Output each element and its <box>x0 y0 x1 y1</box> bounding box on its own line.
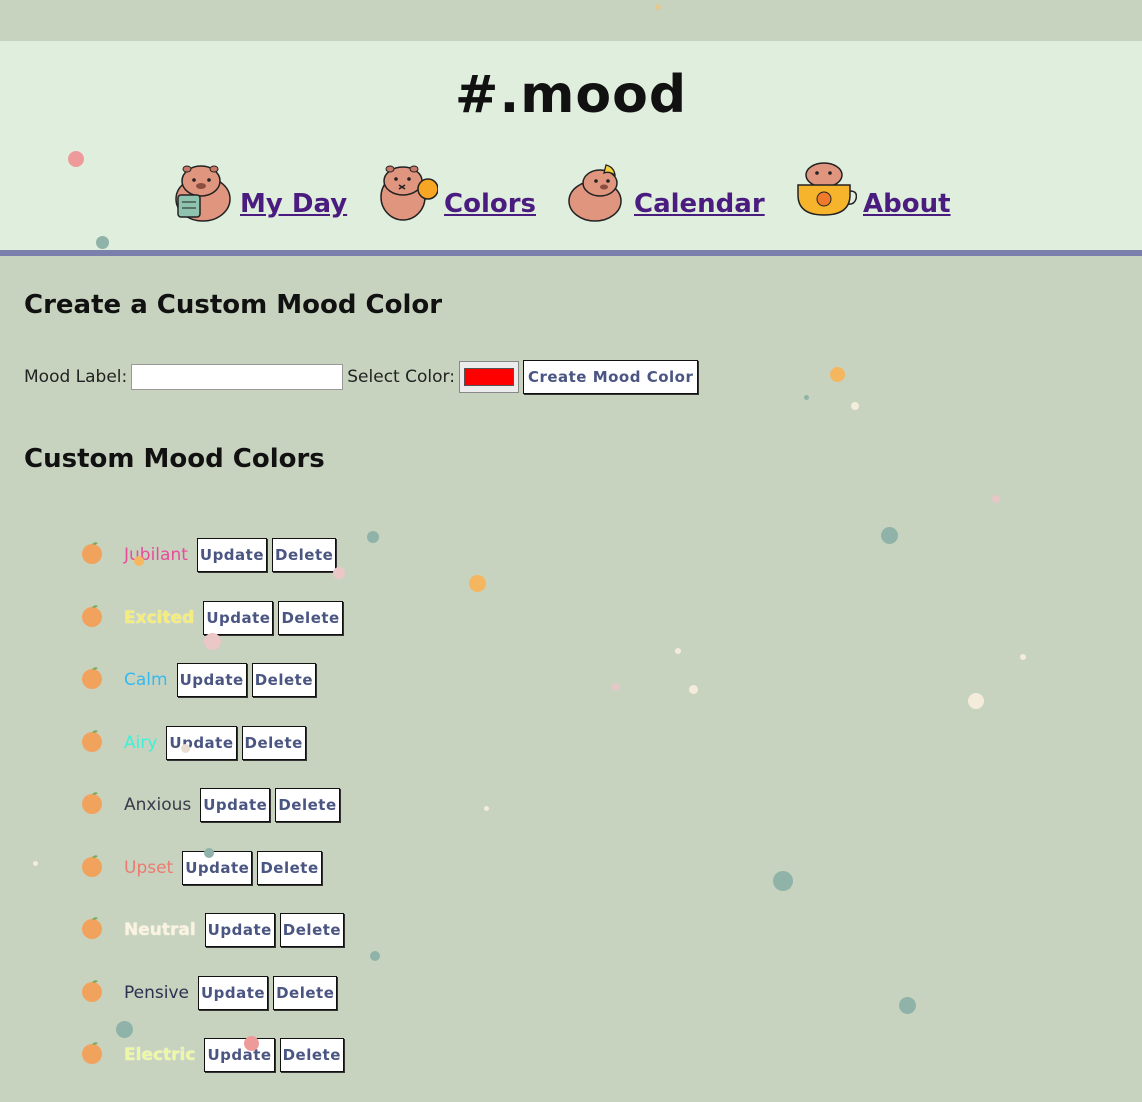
mood-label: Airy <box>124 732 158 753</box>
nav-label: My Day <box>240 189 348 219</box>
decorative-dot <box>689 685 698 694</box>
mood-label: Neutral <box>124 920 196 941</box>
color-picker[interactable] <box>458 361 519 393</box>
decorative-dot <box>367 531 379 543</box>
orange-bullet-icon <box>82 979 102 1002</box>
mood-color-item: Upset Update Delete <box>80 837 344 900</box>
mood-color-item: Pensive Update Delete <box>80 962 344 1025</box>
delete-button[interactable]: Delete <box>279 1038 344 1073</box>
nav-colors[interactable]: Colors <box>376 153 536 223</box>
capybara-banana-icon <box>568 164 622 222</box>
site-header: #.mood My Day Colors Calendar About <box>0 41 1142 256</box>
delete-button[interactable]: Delete <box>241 725 306 760</box>
mood-color-item: Anxious Update Delete <box>80 774 344 837</box>
update-button[interactable]: Update <box>204 913 275 948</box>
mood-color-item: Excited Update Delete <box>80 587 344 650</box>
delete-button[interactable]: Delete <box>251 663 316 698</box>
orange-bullet-icon <box>82 854 102 877</box>
orange-bullet-icon <box>82 667 102 690</box>
mood-label-input[interactable] <box>131 364 344 390</box>
delete-button[interactable]: Delete <box>257 850 322 885</box>
nav-my-day[interactable]: My Day <box>172 153 347 223</box>
decorative-dot <box>1020 654 1026 660</box>
orange-bullet-icon <box>82 604 102 627</box>
mood-color-list: Jubilant Update Delete Excited Update Delete C… <box>80 524 345 1087</box>
update-button[interactable]: Update <box>203 600 274 635</box>
nav-calendar[interactable]: Calendar <box>566 153 765 223</box>
update-button[interactable]: Update <box>182 850 253 885</box>
decorative-dot <box>675 648 681 654</box>
nav-label: Calendar <box>634 189 765 219</box>
decorative-dot <box>992 495 1000 503</box>
delete-button[interactable]: Delete <box>278 600 343 635</box>
update-button[interactable]: Update <box>204 1038 275 1073</box>
delete-button[interactable]: Delete <box>279 913 345 948</box>
orange-bullet-icon <box>82 729 102 752</box>
decorative-dot <box>830 367 845 382</box>
mood-color-item: Calm Update Delete <box>80 649 344 712</box>
update-button[interactable]: Update <box>197 975 269 1010</box>
update-button[interactable]: Update <box>200 788 271 823</box>
mood-label: Jubilant <box>124 545 188 566</box>
capybara-cup-icon <box>797 162 857 216</box>
main-nav: My Day Colors Calendar About <box>0 153 1142 223</box>
custom-colors-heading: Custom Mood Colors <box>24 444 325 474</box>
color-swatch <box>463 368 514 386</box>
mood-label: Upset <box>124 857 174 878</box>
mood-color-item: Jubilant Update Delete <box>80 524 344 587</box>
decorative-dot <box>773 871 793 891</box>
delete-button[interactable]: Delete <box>273 975 338 1010</box>
decorative-dot <box>33 861 38 866</box>
orange-bullet-icon <box>82 792 102 815</box>
orange-bullet-icon <box>82 542 102 565</box>
select-color-text: Select Color: <box>347 367 455 387</box>
create-mood-color-button[interactable]: Create Mood Color <box>522 360 699 394</box>
delete-button[interactable]: Delete <box>275 788 340 823</box>
decorative-dot <box>881 527 898 544</box>
capybara-orange-icon <box>380 165 438 221</box>
decorative-dot <box>484 806 489 811</box>
decorative-dot <box>612 683 620 691</box>
mood-color-item: Neutral Update Delete <box>80 899 345 962</box>
decorative-dot <box>968 693 984 709</box>
nav-label: About <box>863 189 951 219</box>
mood-color-item: Airy Update Delete <box>80 712 344 775</box>
create-form: Mood Label: Select Color: Create Mood Co… <box>24 360 699 394</box>
mood-label: Electric <box>124 1045 196 1066</box>
capybara-notebook-icon <box>175 165 231 222</box>
site-logo[interactable]: #.mood <box>0 65 1142 125</box>
top-strip <box>0 0 1142 41</box>
update-button[interactable]: Update <box>176 663 247 698</box>
delete-button[interactable]: Delete <box>272 538 337 573</box>
decorative-dot <box>804 395 809 400</box>
mood-label: Pensive <box>124 982 189 1003</box>
orange-bullet-icon <box>82 1042 102 1065</box>
update-button[interactable]: Update <box>196 538 268 573</box>
mood-label: Calm <box>124 670 168 691</box>
orange-bullet-icon <box>82 917 102 940</box>
mood-color-item: Electric Update Delete <box>80 1024 344 1087</box>
decorative-dot <box>370 951 380 961</box>
decorative-dot <box>469 575 486 592</box>
mood-label: Anxious <box>124 795 192 816</box>
decorative-dot <box>899 997 916 1014</box>
nav-about[interactable]: About <box>795 153 951 223</box>
mood-label-text: Mood Label: <box>24 367 128 387</box>
create-heading: Create a Custom Mood Color <box>24 290 443 320</box>
decorative-dot <box>851 402 859 410</box>
mood-label: Excited <box>124 607 195 628</box>
update-button[interactable]: Update <box>166 725 237 760</box>
nav-label: Colors <box>444 189 537 219</box>
